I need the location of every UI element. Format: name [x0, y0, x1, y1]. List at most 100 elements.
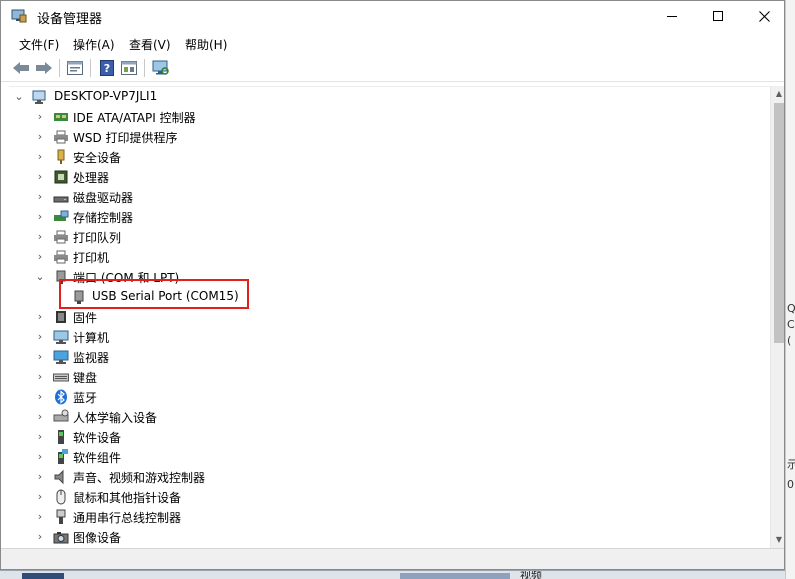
close-icon — [758, 10, 770, 22]
menu-action[interactable]: 操作(A) — [73, 36, 115, 53]
forward-button[interactable] — [34, 59, 54, 77]
firmware-icon — [56, 311, 66, 323]
disk-icon — [53, 196, 69, 203]
software-component-icon — [58, 449, 68, 464]
menu-help[interactable]: 帮助(H) — [185, 36, 227, 53]
properties-button[interactable] — [65, 59, 85, 77]
background-window-edge: Q C ( 示 0 — [785, 0, 795, 579]
expand-chevron-icon[interactable]: › — [34, 430, 46, 444]
camera-icon — [53, 532, 69, 544]
expand-chevron-icon[interactable]: › — [34, 470, 46, 484]
usb-icon — [56, 509, 66, 524]
back-button[interactable] — [11, 59, 31, 77]
close-button[interactable] — [741, 1, 784, 31]
tree-item-label: 磁盘驱动器 — [73, 191, 134, 205]
printer-icon — [54, 130, 68, 144]
taskbar-button[interactable] — [22, 573, 64, 579]
device-tree: ⌄ DESKTOP-VP7JLI1 › IDE ATA/ATAPI 控制器 › … — [9, 86, 784, 548]
monitor-icon — [53, 350, 69, 364]
tree-item-label: 通用串行总线控制器 — [73, 511, 182, 525]
expand-chevron-icon[interactable]: › — [34, 490, 46, 504]
tree-item-label: 软件设备 — [73, 431, 122, 445]
menu-view[interactable]: 查看(V) — [129, 36, 171, 53]
expand-chevron-icon[interactable]: › — [34, 450, 46, 464]
expand-chevron-icon[interactable]: › — [34, 110, 46, 124]
toolbar-separator — [144, 59, 145, 77]
mouse-icon — [56, 489, 66, 505]
minimize-icon — [667, 15, 677, 17]
menu-file[interactable]: 文件(F) — [19, 36, 59, 53]
computer-name: DESKTOP-VP7JLI1 — [54, 89, 158, 103]
scan-hardware-button[interactable] — [151, 59, 171, 77]
background-char: C — [787, 318, 795, 331]
background-taskbar: 视频 — [0, 570, 785, 579]
toolbar-separator — [90, 59, 91, 77]
computer-root-icon — [32, 90, 46, 104]
background-char: 示 — [787, 456, 795, 472]
cpu-icon — [54, 170, 68, 184]
expand-chevron-icon[interactable]: › — [34, 170, 46, 184]
software-device-icon — [58, 430, 64, 444]
maximize-button[interactable] — [695, 1, 741, 31]
expand-chevron-icon[interactable]: › — [34, 210, 46, 224]
properties-icon — [67, 61, 83, 75]
expand-chevron-icon[interactable]: › — [34, 510, 46, 524]
printer-icon — [54, 230, 68, 244]
tree-item-label: 打印队列 — [73, 231, 122, 245]
collapse-chevron-icon[interactable]: ⌄ — [13, 90, 25, 104]
expand-chevron-icon[interactable]: › — [34, 530, 46, 544]
expand-chevron-icon[interactable]: › — [34, 150, 46, 164]
scan-hardware-icon — [152, 60, 169, 75]
background-char: ( — [787, 334, 792, 347]
security-key-icon — [57, 149, 65, 164]
scroll-down-icon[interactable]: ▼ — [771, 532, 784, 548]
maximize-icon — [713, 11, 723, 21]
minimize-button[interactable] — [649, 1, 695, 31]
computer-icon — [53, 330, 69, 344]
tree-item-label: 计算机 — [73, 331, 110, 345]
expand-chevron-icon[interactable]: › — [34, 230, 46, 244]
expand-chevron-icon[interactable]: › — [34, 370, 46, 384]
tree-item-label: 固件 — [73, 311, 98, 325]
tree-item-label: IDE ATA/ATAPI 控制器 — [73, 111, 196, 125]
show-hidden-icon — [121, 61, 137, 75]
scrollbar-thumb[interactable] — [774, 103, 784, 343]
ide-controller-icon — [54, 113, 68, 121]
back-arrow-icon — [13, 62, 29, 74]
tree-item-label: 监视器 — [73, 351, 110, 365]
tree-item-label: 键盘 — [73, 371, 98, 385]
menu-bar: 文件(F) 操作(A) 查看(V) 帮助(H) — [1, 32, 784, 54]
device-manager-window: 设备管理器 文件(F) 操作(A) 查看(V) 帮助(H) ? ⌄ DESKTO… — [0, 0, 785, 570]
tree-item-label: 鼠标和其他指针设备 — [73, 491, 182, 505]
collapse-chevron-icon[interactable]: ⌄ — [34, 270, 46, 284]
tree-item-label: 存储控制器 — [73, 211, 134, 225]
tree-item-label: 处理器 — [73, 171, 110, 185]
expand-chevron-icon[interactable]: › — [34, 410, 46, 424]
window-title: 设备管理器 — [37, 12, 103, 27]
tree-item-label: 软件组件 — [73, 451, 122, 465]
expand-chevron-icon[interactable]: › — [34, 330, 46, 344]
status-bar — [1, 548, 784, 569]
expand-chevron-icon[interactable]: › — [34, 130, 46, 144]
expand-chevron-icon[interactable]: › — [34, 350, 46, 364]
help-icon: ? — [100, 60, 114, 76]
vertical-scrollbar[interactable]: ▲ ▼ — [770, 86, 784, 548]
keyboard-icon — [53, 373, 69, 382]
tree-item-label: 打印机 — [73, 251, 110, 265]
expand-chevron-icon[interactable]: › — [34, 310, 46, 324]
hid-icon — [53, 409, 69, 422]
background-char: 0 — [787, 478, 794, 491]
show-hidden-button[interactable] — [119, 59, 139, 77]
expand-chevron-icon[interactable]: › — [34, 390, 46, 404]
taskbar-label: 视频 — [520, 570, 542, 579]
expand-chevron-icon[interactable]: › — [34, 250, 46, 264]
help-button[interactable]: ? — [97, 59, 117, 77]
taskbar-button[interactable] — [400, 573, 510, 579]
tree-item-label: 安全设备 — [73, 151, 122, 165]
tree-item-label: 声音、视频和游戏控制器 — [73, 471, 206, 485]
expand-chevron-icon[interactable]: › — [34, 190, 46, 204]
speaker-icon — [54, 469, 64, 485]
title-bar: 设备管理器 — [1, 1, 784, 32]
scroll-up-icon[interactable]: ▲ — [771, 86, 784, 102]
tree-item-label: 蓝牙 — [73, 391, 98, 405]
